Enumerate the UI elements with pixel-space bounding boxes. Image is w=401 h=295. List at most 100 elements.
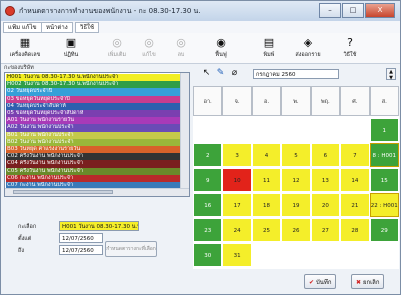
shift-list-item[interactable]: H001 วันงาน 08.30-17.30 น.พนักงานประจำ xyxy=(6,74,182,82)
calendar-empty-cell xyxy=(281,243,311,267)
day-header: ส. xyxy=(369,86,399,116)
calendar-day-cell[interactable]: 21 xyxy=(340,193,370,217)
calendar-day-cell[interactable]: 15 xyxy=(369,168,399,192)
calendar-day-cell[interactable]: 26 xyxy=(281,218,311,242)
shift-list-item[interactable]: 03 ขอหยุดวันหยุดประจำปี xyxy=(6,95,182,103)
calendar-day-cell[interactable]: 19 xyxy=(281,193,311,217)
calendar-empty-cell xyxy=(340,243,370,267)
shift-select-field[interactable]: H001 วันงาน 08.30-17.30 น.พนักงานประจำ xyxy=(59,221,139,231)
shift-list-item[interactable]: 02 วันหยุดประจำปี xyxy=(6,88,182,96)
eraser-icon[interactable]: ⌀ xyxy=(229,68,240,79)
title-bar: กำหนดตารางการทำงานของพนักงาน - กะ 08.30-… xyxy=(1,1,400,21)
month-field[interactable]: กรกฎาคม 2560 xyxy=(253,69,339,79)
calendar-day-cell[interactable]: 22 : H001 xyxy=(369,193,399,217)
print-button[interactable]: ▤ พิมพ์ xyxy=(249,34,289,62)
calendar-day-cell[interactable]: 13 xyxy=(310,168,341,192)
calculator-button[interactable]: ▦ เครื่องคิดเลข xyxy=(5,34,45,62)
calendar-day-cell[interactable]: 25 xyxy=(251,218,282,242)
shift-list-item[interactable]: C06 กะงาน พนักงานประจำ xyxy=(6,174,182,182)
minimize-button[interactable]: – xyxy=(319,3,341,18)
shift-list-item[interactable]: 04 วันหยุดประจำสัปดาห์ xyxy=(6,102,182,110)
calendar-day-cell[interactable]: 3 xyxy=(222,143,252,167)
calendar-day-cell[interactable]: 14 xyxy=(340,168,370,192)
calendar-day-cell[interactable]: 23 xyxy=(193,218,223,242)
calendar-day-cell[interactable]: 4 xyxy=(251,143,282,167)
calendar-button[interactable]: ▣ ปฏิทิน xyxy=(51,34,91,62)
calendar-day-cell[interactable]: 28 xyxy=(340,218,370,242)
shift-list-item[interactable]: B01 วันงาน พนักงานประจำ xyxy=(6,131,182,139)
calendar-icon: ▣ xyxy=(65,36,77,49)
maximize-button[interactable]: □ xyxy=(342,3,364,18)
shift-list-item[interactable]: C04 ครึ่งวันงาน พนักงานประจำ xyxy=(6,160,182,168)
calendar-empty-cell xyxy=(251,118,282,142)
save-label: บันทึก xyxy=(315,279,332,286)
menu-file-edit[interactable]: แฟ้ม แก้ไข xyxy=(3,22,42,33)
delete-button[interactable]: ◎ ลบ xyxy=(161,34,201,62)
calendar-day-cell[interactable]: 12 xyxy=(281,168,311,192)
menu-help[interactable]: วิธีใช้ xyxy=(75,22,100,33)
shift-list-item[interactable]: A01 วันงาน พนักงานรายวัน xyxy=(6,117,182,125)
help-button[interactable]: ? วิธีใช้ xyxy=(330,34,370,62)
close-button[interactable]: X xyxy=(365,3,395,18)
shift-list-item[interactable]: C02 ครึ่งวันงาน พนักงานประจำ xyxy=(6,153,182,161)
calendar-day-cell[interactable]: 11 xyxy=(251,168,282,192)
month-spinner[interactable]: ▲ ▼ xyxy=(386,68,396,81)
horizontal-scrollbar[interactable] xyxy=(5,188,189,196)
bottom-bar: ✔ บันทึก ✖ ยกเลิก xyxy=(1,271,400,294)
calendar-day-cell[interactable]: 1 xyxy=(369,118,399,142)
main-window: กำหนดตารางการทำงานของพนักงาน - กะ 08.30-… xyxy=(0,0,401,295)
help-icon: ? xyxy=(347,36,353,49)
end-date-field[interactable]: 12/07/2560 xyxy=(59,245,103,255)
toolbar-button-label: ลบ xyxy=(177,52,185,58)
calendar-empty-cell xyxy=(251,243,282,267)
shift-list-item[interactable]: B02 วันงาน พนักงานประจำ xyxy=(6,138,182,146)
calendar-day-cell[interactable]: 16 xyxy=(193,193,223,217)
save-button[interactable]: ✔ บันทึก xyxy=(304,274,337,289)
export-button[interactable]: ◈ ส่งออกราย xyxy=(288,34,328,62)
toolbar-button-label: ส่งออกราย xyxy=(295,52,321,58)
shift-panel: กะของบริษัท C08 กะงาน พนักงานประจำC07 กะ… xyxy=(4,64,191,270)
shift-list-item[interactable]: B03 วันหยุด ค่าแรงงานรายวัน xyxy=(6,146,182,154)
add-icon: ◎ xyxy=(112,36,122,49)
calendar-day-cell[interactable]: 10 xyxy=(222,168,252,192)
toolbar-button-label: ฟื้นฟู xyxy=(215,52,227,58)
calendar-day-cell[interactable]: 9 xyxy=(193,168,223,192)
calendar-day-cell[interactable]: 24 xyxy=(222,218,252,242)
shift-list-item[interactable]: H002 วันงาน 08.30-17.30 น.พนักงานประจำ xyxy=(6,81,182,89)
export-icon: ◈ xyxy=(303,36,313,49)
calendar-day-cell[interactable]: 2 xyxy=(193,143,223,167)
print-icon: ▤ xyxy=(263,36,275,49)
calendar-day-cell[interactable]: 30 xyxy=(193,243,223,267)
pointer-icon[interactable]: ↖ xyxy=(201,68,212,79)
shift-list-item[interactable]: A02 วันงาน พนักงานประจำ xyxy=(6,124,182,132)
apply-shift-button[interactable]: กำหนดตารางกะที่เลือก xyxy=(105,241,157,257)
vertical-scrollbar[interactable] xyxy=(180,73,189,190)
end-date-label: ถึง xyxy=(18,248,25,254)
calendar-day-cell[interactable]: 17 xyxy=(222,193,252,217)
calendar-day-cell[interactable]: 8 : H001 xyxy=(369,143,399,167)
shift-list[interactable]: C08 กะงาน พนักงานประจำC07 กะงาน พนักงานป… xyxy=(4,72,190,197)
day-header: ศ. xyxy=(340,86,370,116)
calendar-day-cell[interactable]: 27 xyxy=(310,218,341,242)
calendar-day-cell[interactable]: 31 xyxy=(222,243,252,267)
shift-list-item[interactable]: 05 ขอหยุดวันหยุดประจำสัปดาห์ xyxy=(6,110,182,118)
cancel-button[interactable]: ✖ ยกเลิก xyxy=(351,274,385,289)
calendar-day-cell[interactable]: 18 xyxy=(251,193,282,217)
edit-icon: ◎ xyxy=(144,36,154,49)
toolbar-button-label: ปฏิทิน xyxy=(63,52,79,58)
shift-list-item[interactable]: C05 ครึ่งวันงาน พนักงานประจำ xyxy=(6,167,182,175)
menu-window[interactable]: หน้าต่าง xyxy=(41,22,73,33)
calendar-day-cell[interactable]: 29 xyxy=(369,218,399,242)
start-date-field[interactable]: 12/07/2560 xyxy=(59,233,103,243)
app-icon xyxy=(5,6,15,16)
calendar-day-cell[interactable]: 7 xyxy=(340,143,370,167)
calendar-day-cell[interactable]: 20 xyxy=(310,193,341,217)
delete-icon: ◎ xyxy=(176,36,186,49)
scroll-thumb[interactable] xyxy=(13,190,113,194)
refresh-button[interactable]: ◉ ฟื้นฟู xyxy=(201,34,241,62)
calendar-day-cell[interactable]: 6 xyxy=(310,143,341,167)
calendar-panel: ↖ ✎ ⌀ กรกฎาคม 2560 ▲ ▼ อา. จ. อ. พ. พฤ. ศ. ส. 1 2… xyxy=(193,64,399,270)
calendar-day-cell[interactable]: 5 xyxy=(281,143,311,167)
brush-icon[interactable]: ✎ xyxy=(215,68,226,79)
calendar-grid: อา. จ. อ. พ. พฤ. ศ. ส. 1 2 3 4 5 6 7 8 : H001 9 10 11 12 13… xyxy=(193,86,399,269)
